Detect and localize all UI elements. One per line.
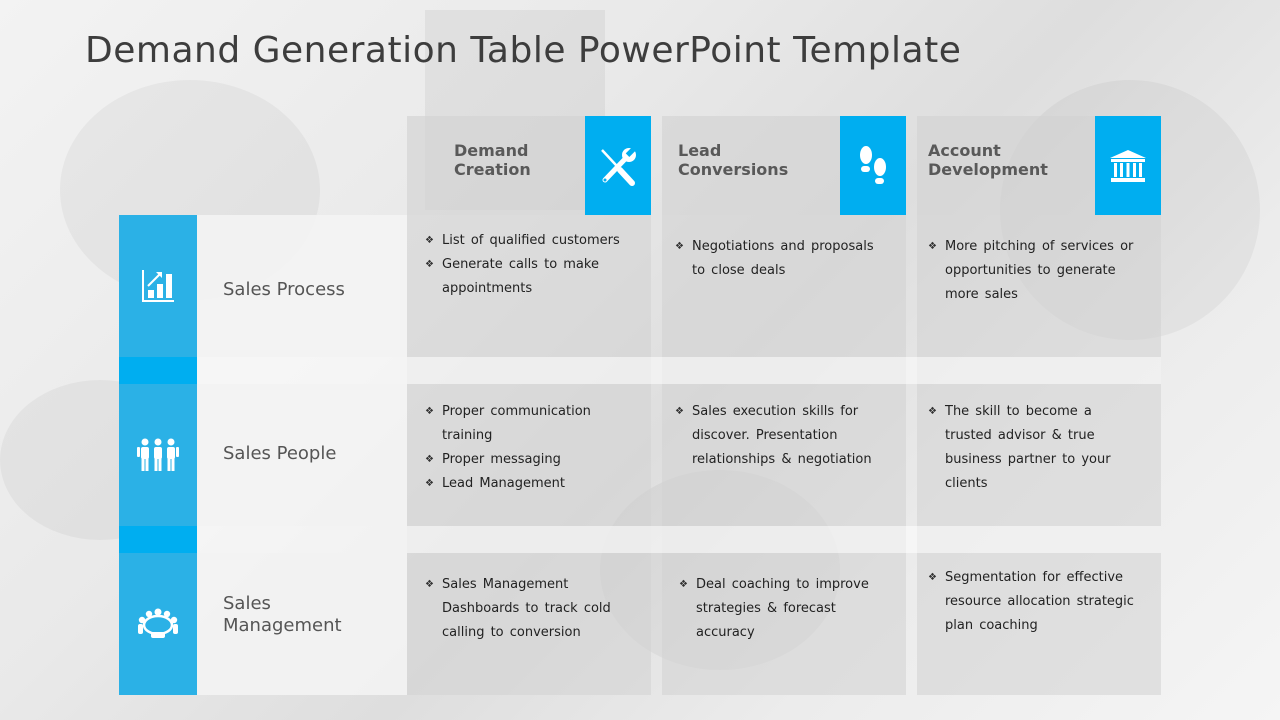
bullet-item: Sales execution skills for discover. Pre… [675,400,895,472]
row-separator-accent [119,526,197,553]
row-icon-block [119,384,197,526]
table-cell: Segmentation for effective resource allo… [917,553,1161,695]
header-line: Demand [454,141,529,160]
footprints-icon [860,145,886,184]
bullet-item: Sales Management Dashboards to track col… [425,573,640,645]
row-label-line: Management [223,615,342,636]
header-icon-box [840,116,906,215]
column-header-demand-creation: Demand Creation [407,116,651,215]
table-cell: More pitching of services or opportuniti… [917,215,1161,357]
header-line: Creation [454,160,531,179]
header-icon-box [1095,116,1161,215]
bullet-item: Lead Management [425,472,640,496]
meeting-table-icon [138,608,178,638]
row-label-line: Sales [223,593,271,614]
bullet-item: Deal coaching to improve strategies & fo… [679,573,879,645]
row-icon-block [119,553,197,695]
bullet-item: The skill to become a trusted advisor & … [928,400,1128,496]
bullet-item: Generate calls to make appointments [425,253,645,301]
row-separator [917,526,1161,553]
row-label-sales-people: Sales People [223,443,337,464]
row-separator [917,357,1161,384]
row-label-sales-process: Sales Process [223,279,345,300]
header-line: Conversions [678,160,789,179]
header-line: Lead [678,141,722,160]
header-line: Development [928,160,1048,179]
header-icon-box [585,116,651,215]
header-line: Account [928,141,1001,160]
row-separator [407,526,651,553]
row-icon-column [119,215,197,695]
tools-icon [601,146,636,186]
row-separator-accent [119,357,197,384]
table-cell: Proper communication training Proper mes… [407,384,651,526]
table-cell: Sales Management Dashboards to track col… [407,553,651,695]
column-header-label: Account Development [928,141,1048,179]
bullet-item: Segmentation for effective resource allo… [928,566,1153,638]
column-header-account-development: Account Development [917,116,1161,215]
bullet-item: Proper messaging [425,448,640,472]
team-people-icon [137,438,179,471]
bank-building-icon [1110,149,1146,182]
row-icon-block [119,215,197,357]
row-separator [662,526,906,553]
bullet-item: List of qualified customers [425,229,645,253]
column-header-label: Lead Conversions [678,141,788,179]
slide-title: Demand Generation Table PowerPoint Templ… [85,30,962,71]
table-cell: Negotiations and proposals to close deal… [662,215,906,357]
table-cell: List of qualified customers Generate cal… [407,215,651,357]
bar-chart-growth-icon [142,270,174,302]
column-header-label: Demand Creation [454,141,531,179]
row-label-sales-management: Sales Management [223,593,342,637]
row-separator [662,357,906,384]
bullet-item: Negotiations and proposals to close deal… [675,235,890,283]
bullet-item: More pitching of services or opportuniti… [928,235,1143,307]
row-separator [407,357,651,384]
table-cell: Deal coaching to improve strategies & fo… [662,553,906,695]
table-cell: Sales execution skills for discover. Pre… [662,384,906,526]
bullet-item: Proper communication training [425,400,640,448]
column-header-lead-conversions: Lead Conversions [662,116,906,215]
table-cell: The skill to become a trusted advisor & … [917,384,1161,526]
